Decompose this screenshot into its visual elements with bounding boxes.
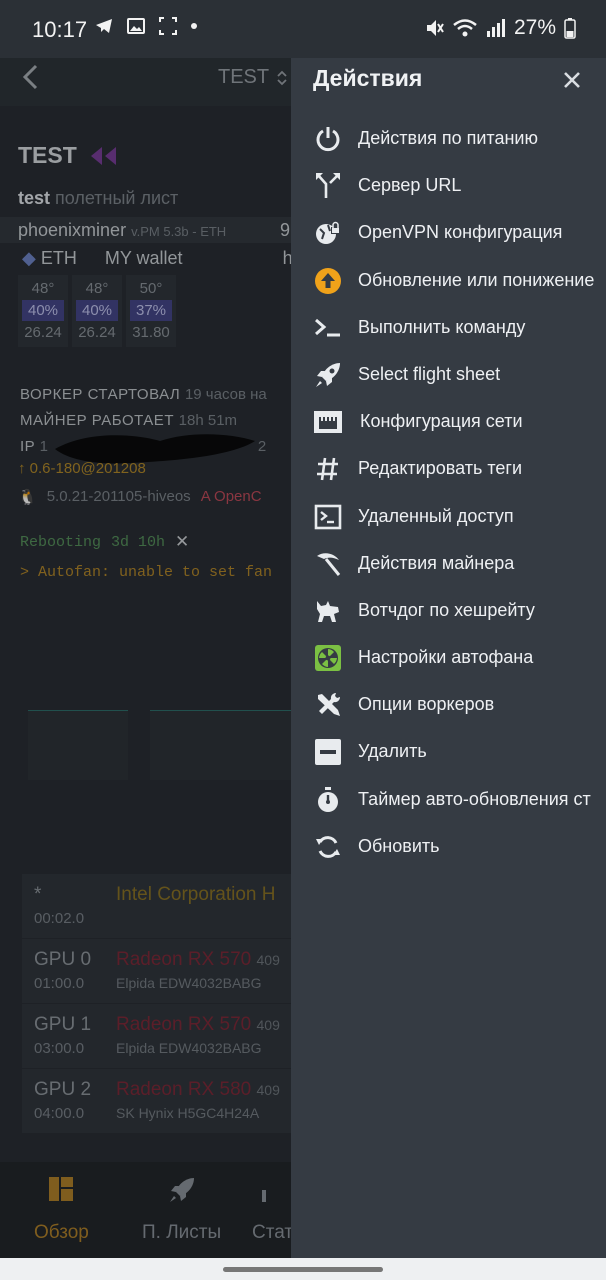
refresh-icon	[313, 832, 343, 862]
menu-item-openvpn[interactable]: OpenVPN конфигурация	[291, 209, 606, 256]
menu-item-flight-sheet[interactable]: Select flight sheet	[291, 351, 606, 398]
menu-item-network[interactable]: Конфигурация сети	[291, 398, 606, 445]
menu-item-label: Настройки автофана	[358, 647, 534, 668]
wifi-icon	[453, 19, 477, 37]
actions-drawer: Действия Действия по питанию Сервер URL …	[291, 48, 606, 1258]
menu-item-refresh[interactable]: Обновить	[291, 823, 606, 870]
battery-icon	[564, 18, 576, 39]
menu-item-run-command[interactable]: Выполнить команду	[291, 304, 606, 351]
rocket-icon	[313, 360, 343, 390]
system-icons: 27%	[424, 16, 576, 40]
menu-item-label: Действия майнера	[358, 552, 515, 573]
clock: 10:17	[32, 17, 88, 42]
menu-item-label: Обновление или понижение	[358, 269, 595, 290]
menu-item-label: Select flight sheet	[358, 363, 501, 384]
menu-item-upgrade[interactable]: Обновление или понижение	[291, 257, 606, 304]
menu-item-label: Выполнить команду	[358, 316, 526, 337]
gallery-icon	[127, 18, 145, 34]
mute-icon	[426, 20, 444, 36]
status-bar: 10:17 27%	[0, 0, 606, 58]
menu-item-label: OpenVPN конфигурация	[358, 222, 563, 243]
minus-icon	[313, 737, 343, 767]
menu-item-label: Таймер авто-обновления ст	[358, 788, 591, 809]
actions-menu: Действия по питанию Сервер URL OpenVPN к…	[291, 115, 606, 870]
home-indicator[interactable]	[223, 1267, 383, 1272]
drawer-title: Действия	[313, 65, 423, 91]
menu-item-remote-access[interactable]: Удаленный доступ	[291, 493, 606, 540]
menu-item-power[interactable]: Действия по питанию	[291, 115, 606, 162]
menu-item-autofan[interactable]: Настройки автофана	[291, 634, 606, 681]
watchdog-icon	[313, 596, 343, 626]
upgrade-icon	[313, 266, 343, 296]
remote-access-icon	[313, 502, 343, 532]
telegram-icon	[96, 19, 112, 33]
stopwatch-icon	[313, 785, 343, 815]
menu-item-label: Действия по питанию	[358, 128, 538, 148]
pickaxe-icon	[313, 549, 343, 579]
menu-item-label: Опции воркеров	[358, 694, 495, 715]
screen: 10:17 27% TEST TEST test полетный лист p…	[0, 0, 606, 1280]
screenshot-icon	[159, 17, 177, 35]
menu-item-watchdog[interactable]: Вотчдог по хешрейту	[291, 587, 606, 634]
menu-item-label: Удаленный доступ	[358, 505, 514, 526]
tools-icon	[313, 690, 343, 720]
terminal-icon	[313, 313, 343, 343]
menu-item-label: Удалить	[358, 741, 427, 762]
power-icon	[313, 124, 343, 154]
gesture-bar	[0, 1258, 606, 1280]
menu-item-worker-options[interactable]: Опции воркеров	[291, 681, 606, 728]
menu-item-server-url[interactable]: Сервер URL	[291, 162, 606, 209]
menu-item-delete[interactable]: Удалить	[291, 728, 606, 775]
menu-item-label: Обновить	[358, 835, 440, 856]
menu-item-label: Сервер URL	[358, 175, 462, 196]
hash-icon	[313, 454, 343, 484]
menu-item-tags[interactable]: Редактировать теги	[291, 445, 606, 492]
vpn-icon	[313, 218, 343, 248]
notification-icons	[94, 16, 198, 36]
network-icon	[313, 407, 343, 437]
menu-item-label: Редактировать теги	[358, 458, 523, 479]
fork-icon	[313, 171, 343, 201]
close-icon[interactable]	[561, 69, 583, 91]
menu-item-label: Вотчдог по хешрейту	[358, 599, 535, 620]
battery-percent: 27%	[513, 16, 556, 39]
menu-item-auto-refresh-timer[interactable]: Таймер авто-обновления ст	[291, 776, 606, 823]
signal-icon	[486, 19, 505, 37]
fan-icon	[313, 643, 343, 673]
dot-icon	[191, 23, 197, 29]
menu-item-miner-actions[interactable]: Действия майнера	[291, 540, 606, 587]
menu-item-label: Конфигурация сети	[360, 411, 523, 432]
